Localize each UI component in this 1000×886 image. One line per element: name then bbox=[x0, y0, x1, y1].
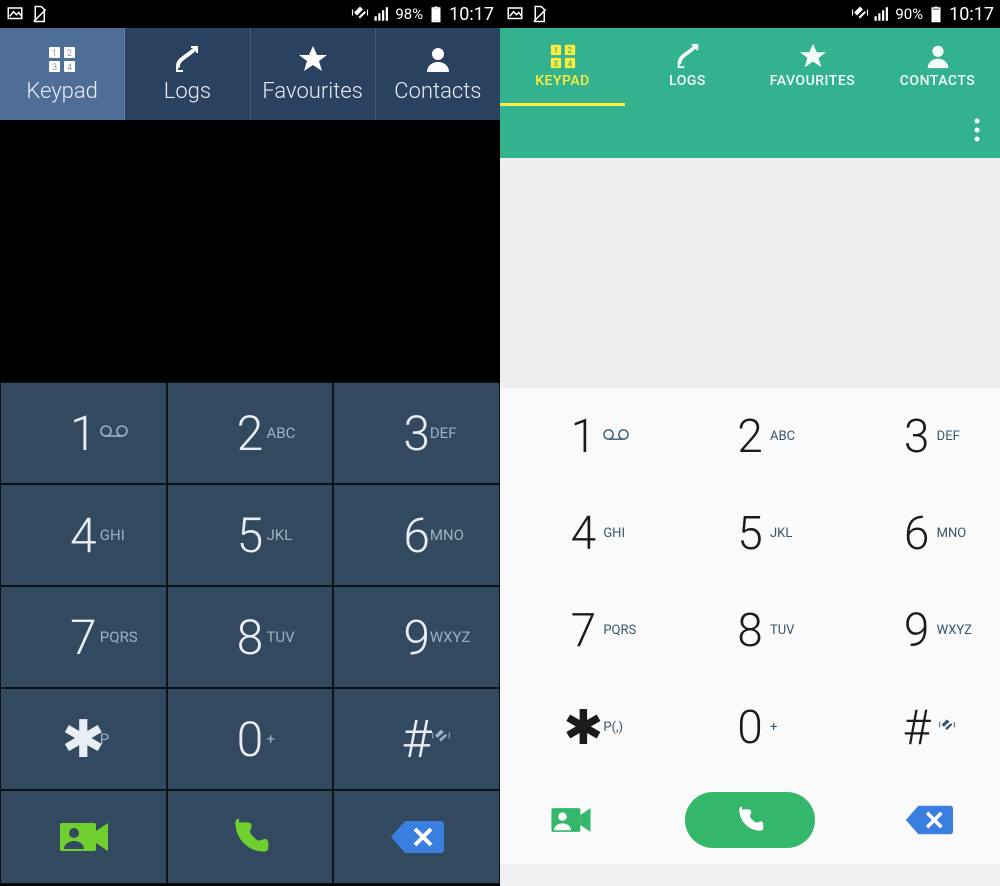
tab-label: KEYPAD bbox=[535, 73, 590, 89]
tab-label: Logs bbox=[164, 79, 211, 104]
tab-label: CONTACTS bbox=[900, 73, 975, 89]
action-row bbox=[500, 776, 1000, 864]
key-8[interactable]: 8TUV bbox=[167, 586, 334, 688]
sim-icon bbox=[530, 5, 548, 23]
backspace-button[interactable] bbox=[900, 798, 958, 842]
tab-bar: 1234 Keypad Logs Favourites Contacts bbox=[0, 28, 500, 120]
keypad-icon: 1234 bbox=[549, 42, 577, 68]
clock: 10:17 bbox=[449, 4, 494, 25]
logs-icon bbox=[172, 44, 202, 74]
contacts-icon bbox=[924, 42, 952, 68]
key-9[interactable]: 9WXYZ bbox=[833, 582, 1000, 679]
keypad: 1 2ABC 3DEF 4GHI 5JKL 6MNO 7PQRS 8TUV 9W… bbox=[0, 382, 500, 790]
sim-icon bbox=[30, 5, 48, 23]
tab-logs[interactable]: Logs bbox=[125, 28, 250, 120]
image-icon bbox=[6, 5, 24, 23]
tab-bar: 1234 KEYPAD LOGS FAVOURITES CO bbox=[500, 28, 1000, 106]
star-icon bbox=[799, 42, 827, 68]
backspace-button[interactable] bbox=[333, 790, 500, 884]
voicemail-icon bbox=[603, 428, 629, 445]
svg-text:4: 4 bbox=[567, 59, 572, 69]
key-star[interactable]: ✱P(,) bbox=[500, 679, 667, 776]
phone-left: 98% 10:17 1234 Keypad Logs Favourites bbox=[0, 0, 500, 886]
battery-pct: 98% bbox=[395, 5, 423, 23]
statusbar: 98% 10:17 bbox=[0, 0, 500, 28]
key-9[interactable]: 9WXYZ bbox=[333, 586, 500, 688]
svg-text:4: 4 bbox=[67, 63, 72, 73]
logs-icon bbox=[674, 42, 702, 68]
key-2[interactable]: 2ABC bbox=[167, 382, 334, 484]
tab-label: Keypad bbox=[26, 79, 98, 104]
battery-icon bbox=[927, 5, 945, 23]
battery-icon bbox=[427, 5, 445, 23]
star-icon bbox=[298, 44, 328, 74]
key-hash[interactable]: # bbox=[333, 688, 500, 790]
key-6[interactable]: 6MNO bbox=[833, 485, 1000, 582]
svg-text:2: 2 bbox=[67, 49, 72, 59]
statusbar: 90% 10:17 bbox=[500, 0, 1000, 28]
action-row bbox=[0, 790, 500, 884]
key-1[interactable]: 1 bbox=[0, 382, 167, 484]
tab-keypad[interactable]: 1234 Keypad bbox=[0, 28, 125, 120]
key-5[interactable]: 5JKL bbox=[167, 484, 334, 586]
video-call-button[interactable] bbox=[542, 798, 600, 842]
svg-text:1: 1 bbox=[52, 49, 57, 59]
key-1[interactable]: 1 bbox=[500, 388, 667, 485]
number-display[interactable] bbox=[0, 120, 500, 382]
key-4[interactable]: 4GHI bbox=[500, 485, 667, 582]
signal-icon bbox=[373, 5, 391, 23]
tab-logs[interactable]: LOGS bbox=[625, 28, 750, 106]
signal-icon bbox=[873, 5, 891, 23]
tab-label: LOGS bbox=[669, 73, 706, 89]
call-button[interactable] bbox=[685, 792, 815, 848]
key-0[interactable]: 0+ bbox=[667, 679, 834, 776]
battery-pct: 90% bbox=[895, 5, 923, 23]
image-icon bbox=[506, 5, 524, 23]
phone-right: 90% 10:17 1234 KEYPAD LOGS bbox=[500, 0, 1000, 886]
tab-label: FAVOURITES bbox=[770, 73, 855, 89]
app-bar: 1234 KEYPAD LOGS FAVOURITES CO bbox=[500, 28, 1000, 158]
mute-icon bbox=[430, 728, 452, 750]
key-7[interactable]: 7PQRS bbox=[0, 586, 167, 688]
mute-icon bbox=[937, 718, 957, 738]
keypad-icon: 1234 bbox=[47, 44, 77, 74]
tab-keypad[interactable]: 1234 KEYPAD bbox=[500, 28, 625, 106]
vibrate-icon bbox=[351, 5, 369, 23]
key-3[interactable]: 3DEF bbox=[833, 388, 1000, 485]
key-6[interactable]: 6MNO bbox=[333, 484, 500, 586]
key-star[interactable]: ✱P bbox=[0, 688, 167, 790]
svg-text:1: 1 bbox=[553, 46, 558, 56]
voicemail-icon bbox=[100, 424, 128, 442]
tab-contacts[interactable]: CONTACTS bbox=[875, 28, 1000, 106]
clock: 10:17 bbox=[949, 4, 994, 25]
key-8[interactable]: 8TUV bbox=[667, 582, 834, 679]
svg-text:3: 3 bbox=[52, 63, 57, 73]
number-display[interactable] bbox=[500, 158, 1000, 388]
key-4[interactable]: 4GHI bbox=[0, 484, 167, 586]
more-options-button[interactable] bbox=[974, 118, 980, 146]
tab-contacts[interactable]: Contacts bbox=[376, 28, 500, 120]
tab-favourites[interactable]: FAVOURITES bbox=[750, 28, 875, 106]
key-2[interactable]: 2ABC bbox=[667, 388, 834, 485]
key-7[interactable]: 7PQRS bbox=[500, 582, 667, 679]
contacts-icon bbox=[423, 44, 453, 74]
key-5[interactable]: 5JKL bbox=[667, 485, 834, 582]
video-call-button[interactable] bbox=[0, 790, 167, 884]
key-hash[interactable]: # bbox=[833, 679, 1000, 776]
key-0[interactable]: 0+ bbox=[167, 688, 334, 790]
tab-label: Favourites bbox=[262, 79, 362, 104]
key-3[interactable]: 3DEF bbox=[333, 382, 500, 484]
svg-text:2: 2 bbox=[567, 46, 572, 56]
svg-text:3: 3 bbox=[553, 59, 558, 69]
tab-label: Contacts bbox=[394, 79, 481, 104]
call-button[interactable] bbox=[167, 790, 334, 884]
tab-favourites[interactable]: Favourites bbox=[251, 28, 376, 120]
vibrate-icon bbox=[851, 5, 869, 23]
keypad: 1 2ABC 3DEF 4GHI 5JKL 6MNO 7PQRS 8TUV 9W… bbox=[500, 388, 1000, 776]
